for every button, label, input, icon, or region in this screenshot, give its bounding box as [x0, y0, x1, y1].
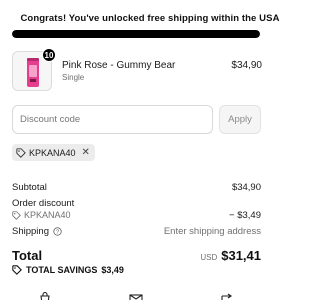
return-icon[interactable] — [220, 290, 234, 300]
shopping-bag-icon[interactable] — [38, 290, 52, 300]
mail-icon[interactable] — [129, 290, 143, 300]
question-circle-icon[interactable]: ? — [53, 227, 62, 236]
cart-line-item: 10 Pink Rose - Gummy Bear Single $34,90 — [12, 48, 262, 93]
order-discount-row: Order discount — [12, 198, 261, 209]
total-amount: USD $31,41 — [200, 248, 261, 263]
shipping-label: Shipping — [12, 226, 49, 237]
total-savings-value: $3,49 — [101, 265, 124, 275]
shipping-row: Shipping ? Enter shipping address — [12, 226, 261, 237]
shipping-value: Enter shipping address — [163, 226, 261, 237]
shipping-progress-bar — [12, 30, 260, 38]
apply-discount-button[interactable]: Apply — [219, 105, 261, 134]
subtotal-value: $34,90 — [231, 182, 261, 193]
discount-code-input[interactable] — [12, 105, 213, 134]
tag-icon — [12, 265, 22, 275]
product-price: $34,90 — [231, 60, 262, 71]
order-discount-label: Order discount — [12, 198, 75, 209]
product-variant: Single — [62, 73, 85, 82]
applied-discount-code: KPKANA40 — [29, 147, 76, 158]
product-name: Pink Rose - Gummy Bear — [62, 60, 176, 71]
applied-discount-chip: KPKANA40 ✕ — [12, 144, 95, 161]
total-label: Total — [12, 248, 43, 263]
free-shipping-message: Congrats! You've unlocked free shipping … — [20, 13, 280, 24]
total-savings: TOTAL SAVINGS $3,49 — [12, 265, 124, 275]
tag-icon — [12, 210, 21, 220]
total-value: $31,41 — [221, 248, 261, 263]
close-icon[interactable]: ✕ — [82, 147, 90, 158]
quantity-badge: 10 — [42, 48, 56, 62]
shipping-progress-fill — [12, 30, 260, 38]
svg-text:?: ? — [56, 229, 59, 235]
order-discount-detail-row: KPKANA40 − $3,49 — [12, 210, 261, 221]
order-discount-value: − $3,49 — [229, 210, 261, 221]
total-savings-label: TOTAL SAVINGS — [26, 265, 98, 275]
order-discount-code: KPKANA40 — [24, 210, 71, 220]
total-currency: USD — [200, 253, 218, 262]
tag-icon — [16, 147, 26, 158]
bottom-icon-bar — [0, 290, 300, 300]
subtotal-label: Subtotal — [12, 182, 47, 193]
subtotal-row: Subtotal $34,90 — [12, 182, 261, 193]
